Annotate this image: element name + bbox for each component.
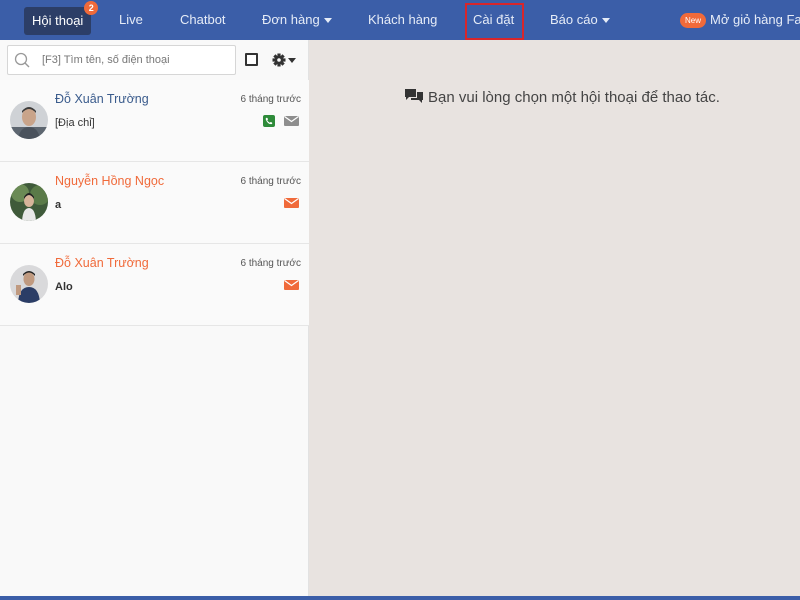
conversation-name: Nguyễn Hồng Ngọc [55,174,165,188]
open-shop-link[interactable]: New Mở giỏ hàng Fac [680,0,800,40]
unread-count-badge: 2 [84,1,99,15]
open-shop-label: Mở giỏ hàng Fac [710,12,800,27]
conversation-item[interactable]: Đỗ Xuân Trường 6 tháng trước [Địa chỉ] [0,80,309,162]
chat-bubbles-icon [405,89,423,103]
conversation-icons [259,115,299,129]
search-input[interactable] [42,51,232,69]
conversation-icons [281,279,299,293]
chevron-down-icon [323,18,332,24]
select-all-checkbox[interactable] [245,53,258,66]
tab-chatbot[interactable]: Chatbot [180,0,226,40]
tab-customers[interactable]: Khách hàng [368,0,437,40]
top-navbar: Hội thoại 2 Live Chatbot Đơn hàng Khách … [0,0,800,40]
conversation-time: 6 tháng trước [240,258,301,269]
tab-conversations[interactable]: Hội thoại 2 [24,1,99,35]
new-badge: New [680,13,707,29]
tab-orders[interactable]: Đơn hàng [262,0,332,40]
conversation-name: Đỗ Xuân Trường [55,92,149,106]
empty-state-text: Bạn vui lòng chọn một hội thoại để thao … [428,89,720,106]
avatar [10,101,48,139]
conversation-name: Đỗ Xuân Trường [55,256,149,270]
conversation-message: a [55,199,62,211]
avatar [10,265,48,303]
search-box[interactable] [7,45,236,75]
empty-state-message: Bạn vui lòng chọn một hội thoại để thao … [404,88,720,106]
conversation-item[interactable]: Nguyễn Hồng Ngọc 6 tháng trước a [0,162,309,244]
conversation-time: 6 tháng trước [240,176,301,187]
tab-conversations-label: Hội thoại [32,13,84,28]
chevron-down-icon [601,18,610,24]
tab-reports-label: Báo cáo [550,12,598,27]
settings-highlight-box [465,3,524,40]
mail-icon [284,280,299,290]
gear-icon[interactable] [271,52,297,68]
tab-orders-label: Đơn hàng [262,12,320,27]
conversation-sidebar: Đỗ Xuân Trường 6 tháng trước [Địa chỉ] N… [0,40,309,596]
tab-live[interactable]: Live [119,0,143,40]
conversation-item[interactable]: Đỗ Xuân Trường 6 tháng trước Alo [0,244,309,326]
conversation-icons [281,197,299,211]
search-icon [14,52,30,68]
tab-reports[interactable]: Báo cáo [550,0,610,40]
phone-icon [262,115,275,127]
conversation-message: Alo [55,281,73,293]
avatar [10,183,48,221]
mail-icon [284,198,299,208]
bottom-bar [0,596,800,600]
conversation-time: 6 tháng trước [240,94,301,105]
mail-icon [284,116,299,126]
conversation-message: [Địa chỉ] [55,117,95,129]
